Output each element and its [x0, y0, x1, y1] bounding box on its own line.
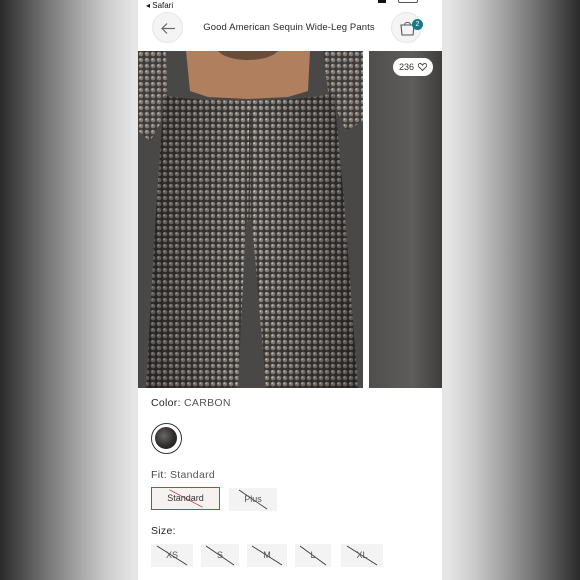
- phone-screen: ◂ Safari Good American Sequin Wide-Leg P…: [138, 0, 442, 580]
- header: Good American Sequin Wide-Leg Pants 2: [138, 10, 442, 46]
- sequin-pants-image: [138, 51, 363, 388]
- shopping-bag-button[interactable]: 2: [391, 12, 423, 43]
- fit-option-label: Standard: [167, 493, 204, 503]
- fit-option-plus[interactable]: Plus: [229, 488, 277, 511]
- heart-icon: [418, 63, 427, 71]
- color-label: Color:: [151, 397, 181, 409]
- fit-label-row: Fit: Standard: [151, 469, 215, 481]
- product-photo-main[interactable]: [138, 51, 363, 388]
- fit-option-standard[interactable]: Standard: [151, 487, 220, 510]
- status-indicators: [378, 0, 418, 4]
- color-swatch-carbon[interactable]: [151, 423, 182, 454]
- battery-icon: [398, 0, 418, 3]
- product-image-gallery[interactable]: 236: [138, 51, 442, 388]
- back-button[interactable]: [152, 12, 183, 43]
- color-label-row: Color: CARBON: [151, 397, 231, 409]
- swatch-fill: [155, 427, 177, 449]
- page-title: Good American Sequin Wide-Leg Pants: [203, 22, 375, 33]
- fit-label: Fit:: [151, 469, 167, 481]
- fit-value: Standard: [170, 469, 216, 481]
- size-option-m[interactable]: M: [247, 544, 287, 567]
- arrow-left-icon: [161, 23, 175, 34]
- size-option-s[interactable]: S: [201, 544, 239, 567]
- bag-count-badge: 2: [412, 19, 423, 30]
- size-option-l[interactable]: L: [295, 544, 331, 567]
- size-option-label: L: [310, 550, 316, 560]
- likes-count: 236: [399, 62, 415, 72]
- like-button[interactable]: 236: [393, 58, 433, 76]
- size-option-xs[interactable]: XS: [151, 544, 193, 567]
- size-option-label: XS: [165, 550, 178, 560]
- size-option-label: M: [263, 550, 271, 560]
- signal-icon: [378, 0, 386, 3]
- size-option-xl[interactable]: XL: [341, 544, 383, 567]
- size-option-label: S: [216, 550, 223, 560]
- size-option-label: XL: [356, 550, 368, 560]
- color-value: CARBON: [184, 397, 231, 409]
- product-photo-next[interactable]: [369, 51, 442, 388]
- size-label: Size:: [151, 525, 176, 537]
- back-to-safari-link[interactable]: ◂ Safari: [146, 1, 173, 10]
- fit-option-label: Plus: [244, 494, 262, 504]
